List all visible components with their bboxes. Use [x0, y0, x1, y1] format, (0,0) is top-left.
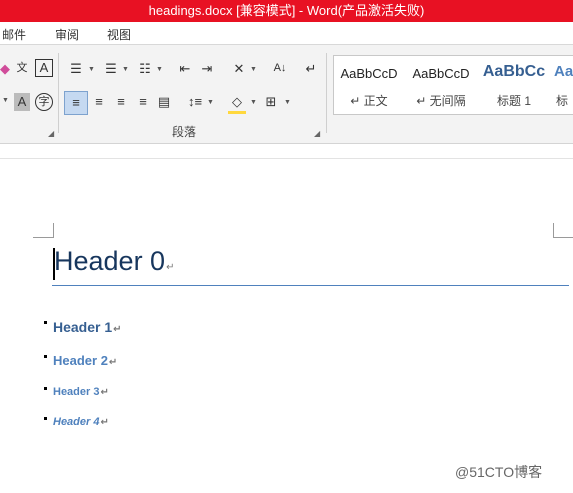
paragraph-bullet [44, 321, 47, 324]
chevron-down-icon[interactable]: ▼ [88, 66, 95, 73]
style-preview: AaBbCcD [340, 66, 398, 81]
line-spacing-icon[interactable]: ↕≡ [185, 93, 205, 111]
numbering-icon[interactable]: ☰ [101, 60, 121, 78]
borders-icon[interactable]: ⊞ [262, 93, 280, 111]
paragraph-mark: ↵ [100, 417, 109, 428]
heading-text: Header 3 [53, 386, 100, 398]
document-title[interactable]: Header 0↵ [54, 246, 174, 277]
style-heading-1[interactable]: AaBbCc 标题 1 [478, 56, 550, 114]
style-normal[interactable]: AaBbCcD ↵ 正文 [334, 56, 404, 114]
menu-view[interactable]: 视图 [107, 26, 131, 43]
align-left-icon[interactable]: ≡ [64, 91, 88, 115]
distributed-icon[interactable]: ▤ [155, 93, 173, 111]
style-preview: AaBbCcD [412, 66, 470, 81]
paragraph-dialog-launcher-icon[interactable]: ◢ [314, 129, 320, 138]
menu-mailings[interactable]: 邮件 [2, 26, 26, 43]
paragraph-mark: ↵ [113, 324, 122, 335]
chevron-down-icon[interactable]: ▼ [207, 99, 214, 106]
character-shading-icon[interactable]: A [14, 93, 30, 111]
style-preview: Aa [554, 63, 573, 80]
style-preview: AaBbCc [482, 63, 546, 80]
paragraph-mark: ↵ [108, 357, 118, 368]
window-title-bar: headings.docx [兼容模式] - Word(产品激活失败) [0, 0, 573, 22]
justify-icon[interactable]: ≡ [134, 93, 152, 111]
chevron-down-icon[interactable]: ▼ [122, 66, 129, 73]
style-name: ↵ 无间隔 [416, 94, 466, 108]
ribbon: ◆ 文 A ▼ A 字 ☰ ▼ ☰ ▼ ☷ ▼ ⇤ ⇥ ✕ ▼ A↓ ↵ ≡ ≡… [0, 45, 573, 144]
chinese-layout-icon[interactable]: ✕ [229, 60, 249, 78]
font-dialog-launcher-icon[interactable]: ◢ [48, 129, 54, 138]
style-name: 标 [556, 94, 569, 108]
chevron-down-icon[interactable]: ▼ [2, 97, 9, 104]
style-name: ↵ 正文 [350, 94, 388, 108]
heading-text: Header 2 [53, 353, 108, 368]
separator [326, 53, 327, 133]
window-title: headings.docx [兼容模式] - Word(产品激活失败) [148, 3, 425, 18]
decrease-indent-icon[interactable]: ⇤ [176, 60, 194, 78]
multilevel-list-icon[interactable]: ☷ [135, 60, 155, 78]
character-border-icon[interactable]: A [35, 59, 53, 77]
heading-2[interactable]: Header 2↵ [53, 353, 117, 368]
separator [58, 53, 59, 133]
bullets-icon[interactable]: ☰ [66, 60, 86, 78]
paragraph-bullet [44, 355, 47, 358]
eraser-icon[interactable]: ◆ [0, 60, 10, 78]
title-rule [52, 285, 569, 286]
style-heading-2[interactable]: Aa 标 [552, 56, 573, 114]
chevron-down-icon[interactable]: ▼ [250, 66, 257, 73]
paragraph-mark: ↵ [166, 262, 175, 273]
style-no-spacing[interactable]: AaBbCcD ↵ 无间隔 [406, 56, 476, 114]
heading-4[interactable]: Header 4↵ [53, 416, 109, 428]
sort-icon[interactable]: A↓ [271, 59, 289, 77]
heading-text: Header 4 [53, 416, 100, 428]
align-center-icon[interactable]: ≡ [90, 93, 108, 111]
menu-review[interactable]: 审阅 [55, 26, 79, 43]
paragraph-bullet [44, 387, 47, 390]
heading-1[interactable]: Header 1↵ [53, 319, 122, 335]
heading-3[interactable]: Header 3↵ [53, 386, 109, 398]
watermark: @51CTO博客 [455, 464, 543, 480]
phonetic-guide-icon[interactable]: 文 [14, 59, 30, 77]
chevron-down-icon[interactable]: ▼ [156, 66, 163, 73]
title-text: Header 0 [54, 246, 166, 276]
margin-corner-mark [553, 223, 573, 238]
paragraph-group-label: 段落 [172, 125, 197, 139]
paragraph-mark: ↵ [100, 387, 109, 398]
enclose-characters-icon[interactable]: 字 [35, 93, 53, 111]
chevron-down-icon[interactable]: ▼ [250, 99, 257, 106]
margin-corner-mark [33, 223, 54, 238]
align-right-icon[interactable]: ≡ [112, 93, 130, 111]
style-name: 标题 1 [496, 94, 531, 108]
heading-text: Header 1 [53, 319, 113, 335]
shading-icon[interactable]: ◇ [228, 93, 246, 114]
increase-indent-icon[interactable]: ⇥ [198, 60, 216, 78]
styles-gallery: AaBbCcD ↵ 正文 AaBbCcD ↵ 无间隔 AaBbCc 标题 1 A… [333, 55, 573, 115]
show-marks-icon[interactable]: ↵ [304, 60, 318, 78]
chevron-down-icon[interactable]: ▼ [284, 99, 291, 106]
paragraph-bullet [44, 417, 47, 420]
menu-bar: 邮件 审阅 视图 [0, 22, 573, 45]
